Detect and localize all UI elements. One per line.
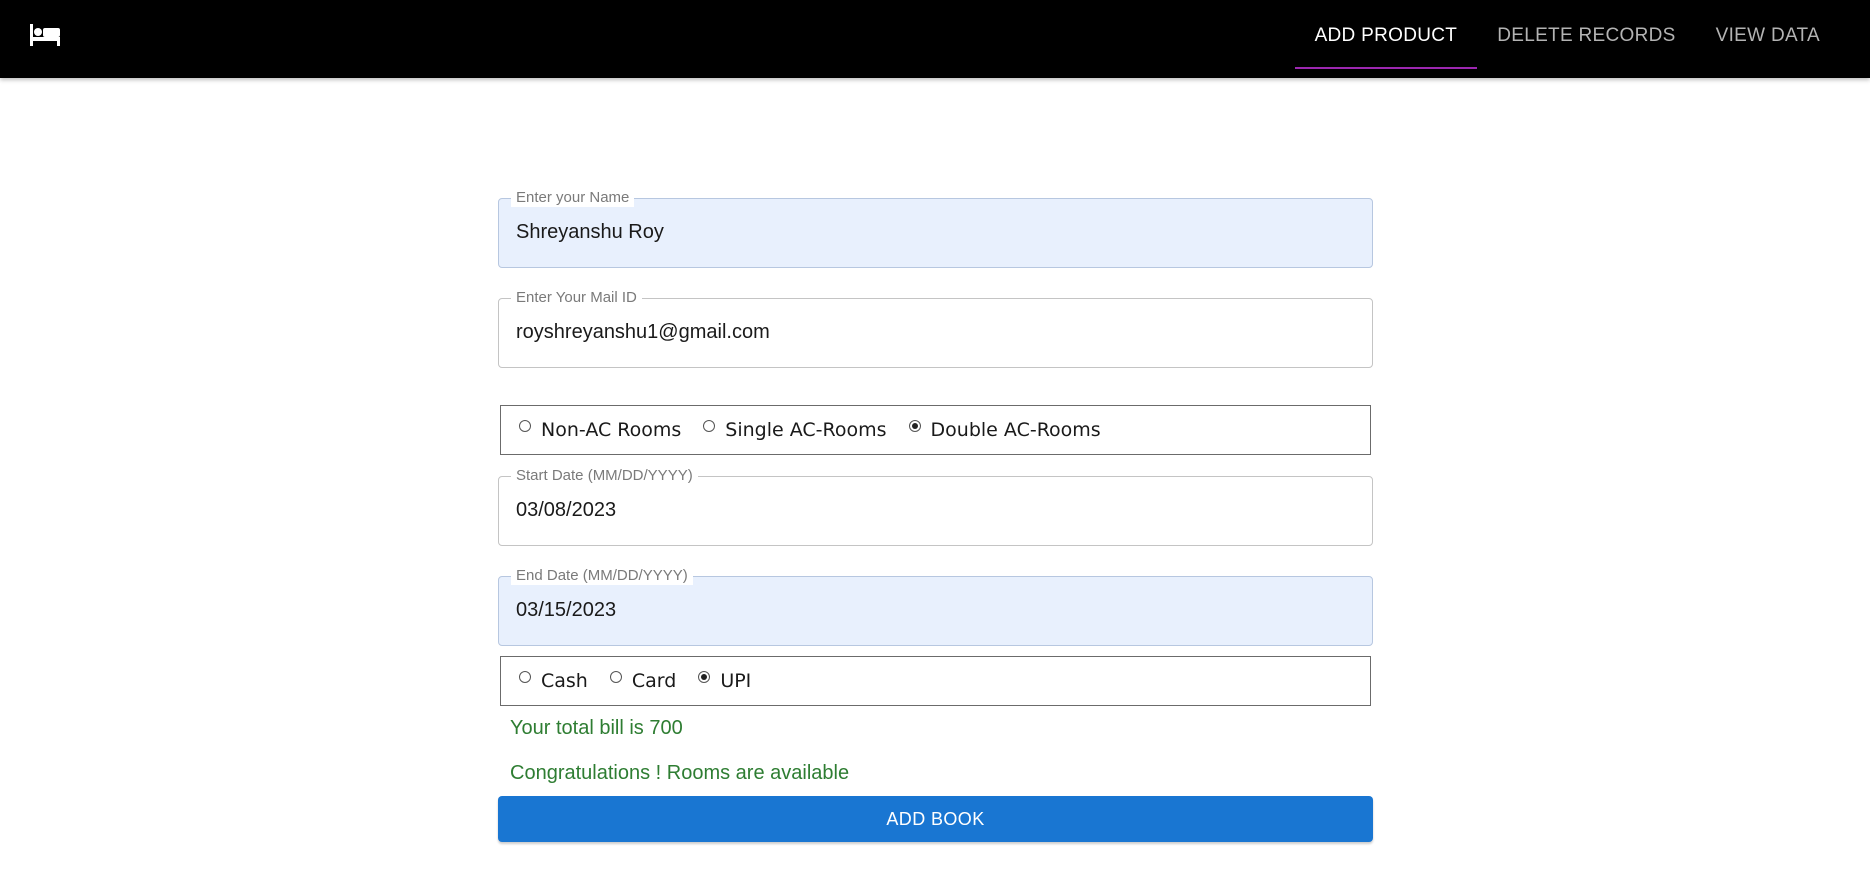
start-date-field[interactable]: Start Date (MM/DD/YYYY) <box>498 467 1373 546</box>
radio-card[interactable]: Card <box>609 670 677 692</box>
radio-label: Double AC-Rooms <box>930 419 1101 441</box>
radio-label: Cash <box>541 670 588 692</box>
start-date-label: Start Date (MM/DD/YYYY) <box>511 467 698 485</box>
radio-label: Single AC-Rooms <box>725 419 887 441</box>
app-bar: ADD PRODUCT DELETE RECORDS VIEW DATA <box>0 0 1870 78</box>
radio-button[interactable] <box>703 420 716 432</box>
radio-button[interactable] <box>519 420 531 432</box>
room-type-radio-group: Non-AC Rooms Single AC-Rooms Double AC-R… <box>500 405 1371 455</box>
radio-button[interactable] <box>609 671 622 683</box>
name-input[interactable] <box>516 221 1336 244</box>
radio-button-selected[interactable] <box>698 671 711 683</box>
email-field-label: Enter Your Mail ID <box>511 289 642 307</box>
tab-add-product[interactable]: ADD PRODUCT <box>1294 0 1478 72</box>
radio-label: Card <box>631 670 677 692</box>
nav-tabs: ADD PRODUCT DELETE RECORDS VIEW DATA <box>1294 0 1840 78</box>
radio-double-ac-rooms[interactable]: Double AC-Rooms <box>908 419 1101 441</box>
radio-button-selected[interactable] <box>908 420 921 432</box>
start-date-input[interactable] <box>516 499 1336 522</box>
bill-message: Your total bill is 700 <box>510 717 683 739</box>
radio-label: UPI <box>720 670 752 692</box>
bed-icon[interactable] <box>30 24 60 46</box>
end-date-input[interactable] <box>516 599 1336 622</box>
name-field[interactable]: Enter your Name <box>498 189 1373 268</box>
payment-radio-group: Cash Card UPI <box>500 656 1371 706</box>
tab-delete-records[interactable]: DELETE RECORDS <box>1477 0 1695 72</box>
end-date-field[interactable]: End Date (MM/DD/YYYY) <box>498 567 1373 646</box>
radio-non-ac-rooms[interactable]: Non-AC Rooms <box>519 419 681 441</box>
radio-upi[interactable]: UPI <box>698 670 751 692</box>
add-book-button[interactable]: ADD BOOK <box>498 796 1373 842</box>
radio-label: Non-AC Rooms <box>541 419 682 441</box>
radio-single-ac-rooms[interactable]: Single AC-Rooms <box>703 419 887 441</box>
email-input[interactable] <box>516 321 1336 344</box>
availability-message: Congratulations ! Rooms are available <box>510 762 850 784</box>
email-field[interactable]: Enter Your Mail ID <box>498 289 1373 368</box>
name-field-label: Enter your Name <box>511 189 635 207</box>
radio-button[interactable] <box>519 671 531 683</box>
tab-view-data[interactable]: VIEW DATA <box>1696 0 1840 72</box>
radio-cash[interactable]: Cash <box>519 670 588 692</box>
end-date-label: End Date (MM/DD/YYYY) <box>511 567 693 585</box>
